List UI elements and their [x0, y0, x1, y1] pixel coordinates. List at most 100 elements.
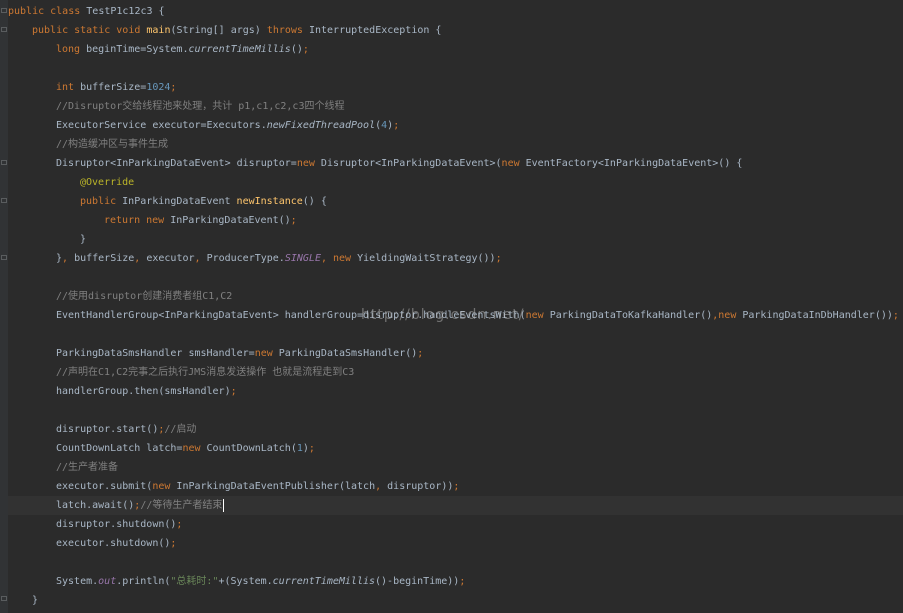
- code-token: executor.submit(: [56, 481, 153, 492]
- code-token: ;: [176, 519, 183, 530]
- code-token: ParkingDataToKafkaHandler(): [549, 310, 713, 321]
- code-token: "总耗时:": [170, 576, 219, 587]
- code-token: ;: [290, 215, 297, 226]
- code-token: ;: [302, 44, 309, 55]
- text-caret: [223, 498, 225, 512]
- code-line[interactable]: return new InParkingDataEvent();: [8, 211, 297, 230]
- code-token: //构造缓冲区与事件生成: [56, 139, 169, 150]
- code-line[interactable]: //声明在C1,C2完事之后执行JMS消息发送操作 也就是流程走到C3: [8, 363, 354, 382]
- code-line[interactable]: ParkingDataSmsHandler smsHandler=new Par…: [8, 344, 423, 363]
- code-token: (String[] args): [170, 25, 267, 36]
- code-token: YieldingWaitStrategy()): [357, 253, 496, 264]
- code-line[interactable]: public static void main(String[] args) t…: [8, 21, 441, 40]
- code-line[interactable]: CountDownLatch latch=new CountDownLatch(…: [8, 439, 315, 458]
- code-line[interactable]: disruptor.shutdown();: [8, 515, 182, 534]
- code-token: ;: [170, 538, 177, 549]
- code-token: latch.await(): [56, 500, 135, 511]
- code-token: TestP1c12c3 {: [86, 6, 165, 17]
- code-token: EventFactory<InParkingDataEvent>() {: [525, 158, 743, 169]
- code-token: ;: [417, 348, 424, 359]
- code-token: new: [501, 158, 526, 169]
- code-token: Disruptor<InParkingDataEvent> disruptor=: [56, 158, 297, 169]
- code-token: }: [32, 595, 39, 606]
- code-editor[interactable]: public class TestP1c12c3 {public static …: [0, 0, 903, 613]
- code-token: ;: [393, 120, 400, 131]
- code-token: ;: [495, 253, 502, 264]
- code-line[interactable]: long beginTime=System.currentTimeMillis(…: [8, 40, 309, 59]
- code-token: System.: [56, 576, 99, 587]
- code-token: executor: [146, 253, 195, 264]
- code-token: SINGLE: [284, 253, 321, 264]
- code-token: InParkingDataEvent(): [170, 215, 291, 226]
- code-token: currentTimeMillis: [188, 44, 291, 55]
- code-token: //声明在C1,C2完事之后执行JMS消息发送操作 也就是流程走到C3: [56, 367, 355, 378]
- code-token: ParkingDataSmsHandler(): [278, 348, 418, 359]
- code-line[interactable]: int bufferSize=1024;: [8, 78, 176, 97]
- code-token: out: [98, 576, 117, 587]
- code-token: ,: [375, 481, 388, 492]
- watermark: http://blog.csdn.net/: [361, 307, 525, 323]
- code-line[interactable]: //构造缓冲区与事件生成: [8, 135, 168, 154]
- code-line[interactable]: executor.shutdown();: [8, 534, 176, 553]
- fold-marker[interactable]: [1, 596, 7, 601]
- code-token: newInstance: [236, 196, 303, 207]
- code-token: //启动: [164, 424, 197, 435]
- code-line[interactable]: ExecutorService executor=Executors.newFi…: [8, 116, 399, 135]
- code-line[interactable]: disruptor.start();//启动: [8, 420, 196, 439]
- code-token: (): [290, 44, 303, 55]
- code-token: ,new: [712, 310, 743, 321]
- code-line[interactable]: }: [8, 230, 86, 249]
- code-token: ProducerType.: [206, 253, 285, 264]
- code-token: disruptor.shutdown(): [56, 519, 177, 530]
- code-token: ,: [194, 253, 207, 264]
- code-token: public class: [8, 6, 87, 17]
- code-token: new: [296, 158, 321, 169]
- code-line[interactable]: public InParkingDataEvent newInstance() …: [8, 192, 327, 211]
- code-token: new: [152, 481, 177, 492]
- code-token: disruptor.start(): [56, 424, 159, 435]
- code-line[interactable]: System.out.println("总耗时:"+(System.curren…: [8, 572, 465, 591]
- code-token: InParkingDataEvent: [122, 196, 237, 207]
- code-token: ;: [892, 310, 899, 321]
- code-line[interactable]: //生产者准备: [8, 458, 118, 477]
- code-line[interactable]: Disruptor<InParkingDataEvent> disruptor=…: [8, 154, 742, 173]
- code-token: ExecutorService executor=Executors.: [56, 120, 267, 131]
- code-line[interactable]: executor.submit(new InParkingDataEventPu…: [8, 477, 459, 496]
- editor-gutter: [0, 0, 8, 613]
- fold-marker[interactable]: [1, 198, 7, 203]
- fold-marker[interactable]: [1, 255, 7, 260]
- fold-marker[interactable]: [1, 27, 7, 32]
- code-token: disruptor)): [387, 481, 454, 492]
- code-line[interactable]: handlerGroup.then(smsHandler);: [8, 382, 237, 401]
- code-token: new: [525, 310, 550, 321]
- code-token: bufferSize: [74, 253, 135, 264]
- code-token: InterruptedException {: [308, 25, 442, 36]
- code-token: new: [254, 348, 279, 359]
- fold-marker[interactable]: [1, 160, 7, 165]
- code-line[interactable]: public class TestP1c12c3 {: [8, 2, 165, 21]
- code-token: ;: [459, 576, 466, 587]
- code-token: executor.shutdown(): [56, 538, 171, 549]
- code-token: public static void: [32, 25, 147, 36]
- code-line[interactable]: }: [8, 591, 38, 610]
- code-token: //生产者准备: [56, 462, 119, 473]
- code-line[interactable]: @Override: [8, 173, 134, 192]
- code-token: newFixedThreadPool: [266, 120, 376, 131]
- code-token: Disruptor<InParkingDataEvent>(: [320, 158, 502, 169]
- fold-marker[interactable]: [1, 8, 7, 13]
- code-line-current[interactable]: latch.await();//等待生产者结束: [8, 496, 903, 515]
- code-line[interactable]: //使用disruptor创建消费者组C1,C2: [8, 287, 232, 306]
- code-token: bufferSize=: [80, 82, 147, 93]
- code-token: ParkingDataInDbHandler()): [742, 310, 893, 321]
- code-token: +(System.: [218, 576, 273, 587]
- code-token: public: [80, 196, 123, 207]
- code-token: ()-beginTime)): [375, 576, 460, 587]
- code-token: }: [80, 234, 87, 245]
- code-token: throws: [266, 25, 309, 36]
- code-token: ;: [230, 386, 237, 397]
- code-line[interactable]: //Disruptor交给线程池来处理，共计 p1,c1,c2,c3四个线程: [8, 97, 344, 116]
- code-line[interactable]: }, bufferSize, executor, ProducerType.SI…: [8, 249, 502, 268]
- code-token: ,: [134, 253, 147, 264]
- code-token: main: [146, 25, 171, 36]
- code-token: currentTimeMillis: [272, 576, 376, 587]
